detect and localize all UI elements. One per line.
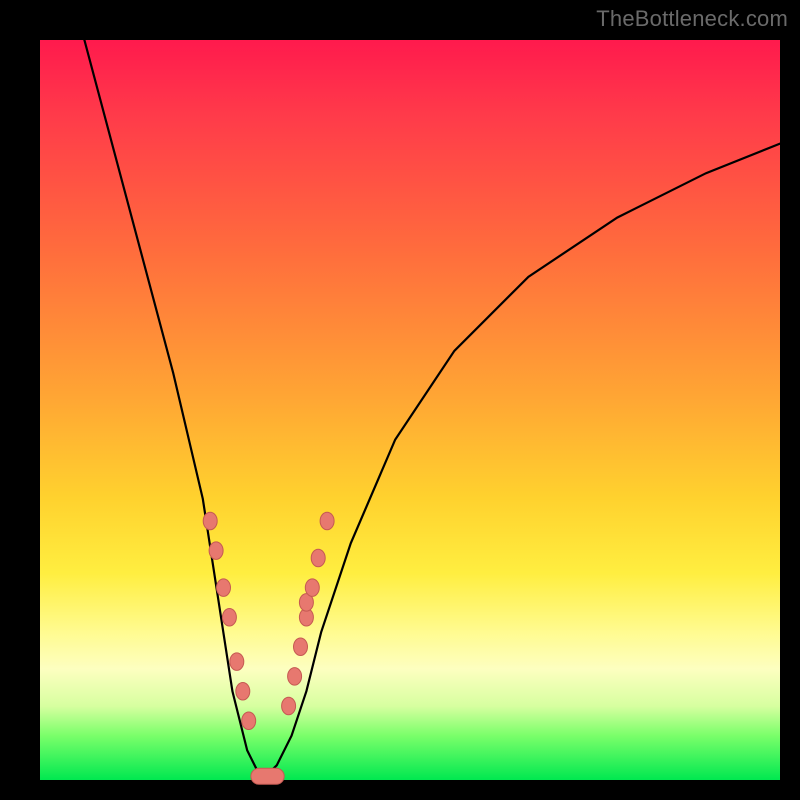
marker-dot: [242, 712, 256, 730]
marker-dot: [236, 682, 250, 700]
curve-markers: [203, 512, 334, 784]
marker-dot: [282, 697, 296, 715]
marker-dot: [294, 638, 308, 656]
marker-dot: [311, 549, 325, 567]
bottleneck-curve: [84, 40, 780, 780]
marker-dot: [203, 512, 217, 530]
marker-dot: [217, 579, 231, 597]
plot-area: [40, 40, 780, 780]
marker-pill: [251, 768, 284, 784]
curve-svg: [40, 40, 780, 780]
chart-canvas: TheBottleneck.com: [0, 0, 800, 800]
marker-dot: [230, 653, 244, 671]
watermark-text: TheBottleneck.com: [596, 6, 788, 32]
marker-dot: [222, 608, 236, 626]
marker-dot: [288, 668, 302, 686]
marker-dot: [209, 542, 223, 560]
marker-dot: [320, 512, 334, 530]
marker-dot: [305, 579, 319, 597]
